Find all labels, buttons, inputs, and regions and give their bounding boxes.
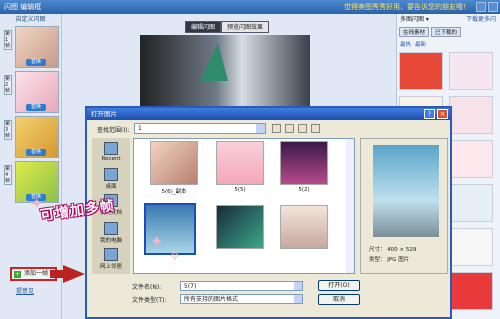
star-decoration: ✧ bbox=[168, 246, 182, 265]
place-recent[interactable]: Recent bbox=[94, 142, 128, 162]
dialog-toolbar bbox=[272, 124, 320, 133]
tab-downloaded[interactable]: 已下载的 bbox=[431, 27, 462, 37]
crane-image bbox=[200, 43, 228, 81]
file-thumbnail[interactable] bbox=[280, 205, 328, 249]
filename-label: 文件名(N): bbox=[132, 284, 162, 291]
canvas-image bbox=[140, 35, 310, 107]
material-item[interactable] bbox=[449, 184, 493, 222]
material-item[interactable] bbox=[449, 228, 493, 266]
minimize-icon[interactable] bbox=[476, 2, 486, 12]
replace-button[interactable]: 替换 bbox=[26, 104, 46, 111]
tab-online[interactable]: 在线素材 bbox=[399, 27, 430, 37]
help-icon[interactable]: ? bbox=[424, 109, 435, 119]
material-item[interactable] bbox=[449, 52, 493, 90]
computer-icon bbox=[104, 222, 118, 235]
dialog-titlebar: 打开图片 ? × bbox=[87, 108, 450, 120]
category-dropdown[interactable]: 多图闪图 bbox=[400, 16, 424, 23]
view-menu-icon[interactable] bbox=[311, 124, 320, 133]
place-computer[interactable]: 我的电脑 bbox=[94, 222, 128, 244]
plus-icon: + bbox=[14, 271, 21, 278]
file-list-scrollbar[interactable] bbox=[346, 139, 354, 273]
arrow-icon bbox=[63, 265, 85, 283]
title-bar: 闪图 编辑框 觉得美图秀秀好用，要告诉您的朋友哦！ bbox=[0, 0, 500, 14]
frame-label: 第2帧 bbox=[4, 75, 12, 95]
material-item[interactable] bbox=[449, 272, 493, 310]
file-list: 5(6)_副本 5(5) 5(2) bbox=[133, 138, 355, 274]
look-in-value: 1 bbox=[138, 125, 142, 132]
add-frame-label: 添加一帧 bbox=[24, 270, 49, 277]
open-button[interactable]: 打开(O) bbox=[318, 280, 360, 291]
preview-image bbox=[373, 145, 439, 237]
replace-button[interactable]: 替换 bbox=[26, 149, 46, 156]
open-image-dialog: 打开图片 ? × 查找范围(I): 1 Recent 桌面 我的文档 我的电脑 … bbox=[85, 106, 452, 319]
material-item[interactable] bbox=[449, 140, 493, 178]
frame-2[interactable]: 第2帧 替换 bbox=[4, 71, 59, 113]
star-decoration: ✦ bbox=[150, 232, 164, 251]
back-icon[interactable] bbox=[272, 124, 281, 133]
subtab-new[interactable]: 最新 bbox=[415, 40, 426, 48]
recent-icon bbox=[104, 142, 118, 155]
filetype-select[interactable]: 所有支持的图片格式 bbox=[180, 294, 303, 304]
close-icon[interactable]: × bbox=[437, 109, 448, 119]
frame-label: 第1帧 bbox=[4, 30, 12, 50]
promo-hint[interactable]: 觉得美图秀秀好用，要告诉您的朋友哦！ bbox=[344, 0, 470, 14]
preview-type: 类型： JPG 图片 bbox=[369, 257, 410, 263]
new-folder-icon[interactable] bbox=[298, 124, 307, 133]
frame-label: 第4帧 bbox=[4, 165, 12, 185]
chevron-down-icon[interactable] bbox=[294, 282, 302, 290]
image-preview: 尺寸： 400 × 529 类型： JPG 图片 bbox=[360, 138, 448, 274]
feedback-link[interactable]: 提意见 bbox=[16, 286, 34, 295]
frame-label: 第3帧 bbox=[4, 120, 12, 140]
replace-button[interactable]: 替换 bbox=[26, 59, 46, 66]
chevron-down-icon[interactable] bbox=[256, 124, 265, 133]
chevron-down-icon[interactable] bbox=[294, 295, 302, 303]
material-item[interactable] bbox=[449, 96, 493, 134]
view-tabs: 编辑闪图 预览闪图效果 bbox=[185, 21, 270, 33]
preview-size: 尺寸： 400 × 529 bbox=[369, 247, 417, 253]
file-name: 5(2) bbox=[298, 187, 310, 193]
file-thumbnail[interactable] bbox=[216, 141, 264, 185]
look-in-label: 查找范围(I): bbox=[97, 127, 130, 134]
file-name: 5(6)_副本 bbox=[161, 189, 187, 195]
up-folder-icon[interactable] bbox=[285, 124, 294, 133]
place-network[interactable]: 网上邻居 bbox=[94, 248, 128, 270]
window-title: 闪图 编辑框 bbox=[4, 3, 42, 11]
file-thumbnail[interactable] bbox=[216, 205, 264, 249]
file-name: 5(5) bbox=[234, 187, 246, 193]
material-item[interactable] bbox=[399, 52, 443, 90]
tab-edit[interactable]: 编辑闪图 bbox=[185, 21, 222, 33]
desktop-icon bbox=[104, 168, 118, 181]
subtab-hot[interactable]: 最热 bbox=[400, 40, 411, 48]
look-in-combo[interactable]: 1 bbox=[134, 123, 266, 134]
frame-3[interactable]: 第3帧 替换 bbox=[4, 116, 59, 158]
network-icon bbox=[104, 248, 118, 261]
download-more-link[interactable]: 下载更多闪 bbox=[466, 14, 496, 26]
dialog-title: 打开图片 bbox=[91, 110, 117, 118]
filetype-label: 文件类型(T): bbox=[132, 297, 167, 304]
frame-1[interactable]: 第1帧 替换 bbox=[4, 26, 59, 68]
tab-preview[interactable]: 预览闪图效果 bbox=[221, 21, 270, 33]
file-thumbnail[interactable] bbox=[150, 141, 198, 185]
frame-panel-header: 自定义闪图 bbox=[15, 16, 46, 23]
filename-input[interactable]: 5(7) bbox=[180, 281, 303, 291]
place-desktop[interactable]: 桌面 bbox=[94, 168, 128, 190]
file-thumbnail[interactable] bbox=[280, 141, 328, 185]
cancel-button[interactable]: 取消 bbox=[318, 294, 360, 305]
close-icon[interactable] bbox=[488, 2, 498, 12]
